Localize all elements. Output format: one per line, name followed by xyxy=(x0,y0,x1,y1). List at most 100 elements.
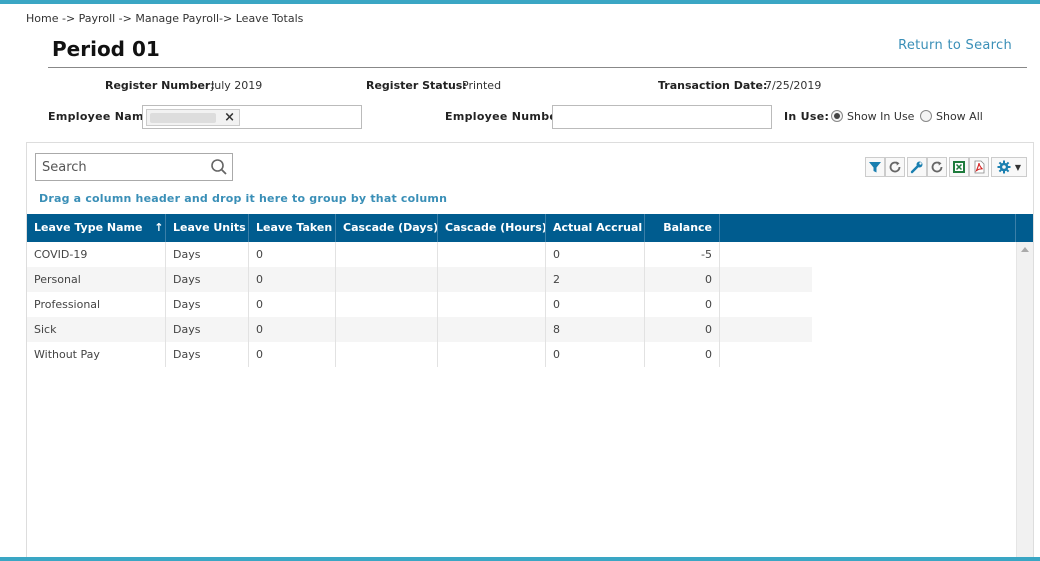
grid-toolbar: ▼ xyxy=(863,157,1027,179)
cell-actual-accrual: 0 xyxy=(546,242,645,267)
return-to-search-link[interactable]: Return to Search xyxy=(898,38,1012,53)
grid-settings-button[interactable]: ▼ xyxy=(991,157,1027,177)
column-header-label: Leave Type Name xyxy=(34,221,143,234)
scroll-up-arrow-icon[interactable] xyxy=(1021,247,1029,252)
show-in-use-label[interactable]: Show In Use xyxy=(847,110,914,123)
grid-body: COVID-19 Days 0 0 -5 Personal Days 0 2 0 Professio… xyxy=(27,242,1017,367)
filter-icon xyxy=(869,162,881,173)
register-status-label: Register Status: xyxy=(366,79,467,92)
transaction-date-label: Transaction Date: xyxy=(658,79,768,92)
refresh-icon xyxy=(889,161,901,173)
table-row[interactable]: Sick Days 0 8 0 xyxy=(27,317,812,342)
cell-leave-type-name: Without Pay xyxy=(27,342,166,367)
cell-leave-units: Days xyxy=(166,342,249,367)
cell-leave-type-name: COVID-19 xyxy=(27,242,166,267)
cell-leave-type-name: Sick xyxy=(27,317,166,342)
employee-name-field[interactable]: × xyxy=(142,105,362,129)
cell-cascade-hours xyxy=(438,242,546,267)
breadcrumb: Home -> Payroll -> Manage Payroll-> Leav… xyxy=(26,12,304,25)
column-header-actual-accrual[interactable]: Actual Accrual xyxy=(546,214,645,242)
column-header-leave-taken[interactable]: Leave Taken xyxy=(249,214,336,242)
cell-balance: -5 xyxy=(645,242,720,267)
cell-leave-taken: 0 xyxy=(249,267,336,292)
column-header-cascade-days[interactable]: Cascade (Days) xyxy=(336,214,438,242)
cell-balance: 0 xyxy=(645,342,720,367)
header-scroll-spacer xyxy=(1016,214,1033,242)
reset-columns-button[interactable] xyxy=(927,157,947,177)
cell-balance: 0 xyxy=(645,317,720,342)
show-all-label[interactable]: Show All xyxy=(936,110,983,123)
employee-name-tag: × xyxy=(146,109,240,126)
excel-icon xyxy=(953,161,965,173)
wrench-icon xyxy=(910,161,923,174)
transaction-date-value: 7/25/2019 xyxy=(765,79,822,92)
pdf-icon xyxy=(974,160,985,174)
grid-header: Leave Type Name ↑ Leave Units Leave Take… xyxy=(27,214,1033,242)
employee-number-field[interactable] xyxy=(552,105,772,129)
cell-actual-accrual: 8 xyxy=(546,317,645,342)
page-title: Period 01 xyxy=(52,37,160,61)
cell-leave-taken: 0 xyxy=(249,292,336,317)
filter-button[interactable] xyxy=(865,157,885,177)
register-number-label: Register Number: xyxy=(105,79,215,92)
column-settings-button[interactable] xyxy=(907,157,927,177)
cell-leave-units: Days xyxy=(166,292,249,317)
search-icon[interactable] xyxy=(210,158,228,176)
cell-cascade-days xyxy=(336,292,438,317)
cell-cascade-days xyxy=(336,267,438,292)
grid-search xyxy=(35,153,233,181)
table-row[interactable]: Professional Days 0 0 0 xyxy=(27,292,812,317)
remove-tag-icon[interactable]: × xyxy=(224,110,235,126)
cell-leave-units: Days xyxy=(166,267,249,292)
table-row[interactable]: Personal Days 0 2 0 xyxy=(27,267,812,292)
bottom-accent-bar xyxy=(0,557,1040,561)
group-by-hint: Drag a column header and drop it here to… xyxy=(39,192,448,205)
cell-leave-taken: 0 xyxy=(249,317,336,342)
cell-actual-accrual: 0 xyxy=(546,292,645,317)
cell-actual-accrual: 2 xyxy=(546,267,645,292)
vertical-scrollbar[interactable] xyxy=(1016,242,1033,561)
cell-balance: 0 xyxy=(645,292,720,317)
cell-cascade-hours xyxy=(438,317,546,342)
cell-cascade-days xyxy=(336,317,438,342)
table-row[interactable]: COVID-19 Days 0 0 -5 xyxy=(27,242,812,267)
cell-leave-units: Days xyxy=(166,242,249,267)
column-header-leave-units[interactable]: Leave Units xyxy=(166,214,249,242)
cell-leave-type-name: Professional xyxy=(27,292,166,317)
cell-actual-accrual: 0 xyxy=(546,342,645,367)
search-input[interactable] xyxy=(36,154,206,180)
column-header-cascade-hours[interactable]: Cascade (Hours) xyxy=(438,214,546,242)
cell-cascade-days xyxy=(336,242,438,267)
show-all-radio[interactable] xyxy=(920,110,932,122)
cell-balance: 0 xyxy=(645,267,720,292)
cell-leave-units: Days xyxy=(166,317,249,342)
in-use-label: In Use: xyxy=(784,110,830,123)
cell-cascade-hours xyxy=(438,292,546,317)
top-accent-bar xyxy=(0,0,1040,4)
sort-ascending-icon: ↑ xyxy=(154,221,164,234)
chevron-down-icon: ▼ xyxy=(1014,162,1022,172)
export-excel-button[interactable] xyxy=(949,157,969,177)
cell-leave-taken: 0 xyxy=(249,242,336,267)
column-header-leave-type-name[interactable]: Leave Type Name ↑ xyxy=(27,214,166,242)
gear-icon xyxy=(997,160,1011,174)
cell-cascade-hours xyxy=(438,342,546,367)
employee-number-label: Employee Number xyxy=(445,110,563,123)
cell-cascade-days xyxy=(336,342,438,367)
cell-leave-taken: 0 xyxy=(249,342,336,367)
header-filler xyxy=(720,214,1016,242)
redacted-employee-name xyxy=(150,113,216,123)
register-status-value: Printed xyxy=(462,79,502,92)
employee-name-label: Employee Name xyxy=(48,110,152,123)
reset-filter-button[interactable] xyxy=(885,157,905,177)
leave-totals-grid: Drag a column header and drop it here to… xyxy=(26,142,1034,561)
refresh-icon xyxy=(931,161,943,173)
table-row[interactable]: Without Pay Days 0 0 0 xyxy=(27,342,812,367)
cell-leave-type-name: Personal xyxy=(27,267,166,292)
column-header-balance[interactable]: Balance xyxy=(645,214,720,242)
cell-cascade-hours xyxy=(438,267,546,292)
title-divider xyxy=(48,67,1027,68)
show-in-use-radio[interactable] xyxy=(831,110,843,122)
register-number-value: July 2019 xyxy=(211,79,263,92)
export-pdf-button[interactable] xyxy=(969,157,989,177)
